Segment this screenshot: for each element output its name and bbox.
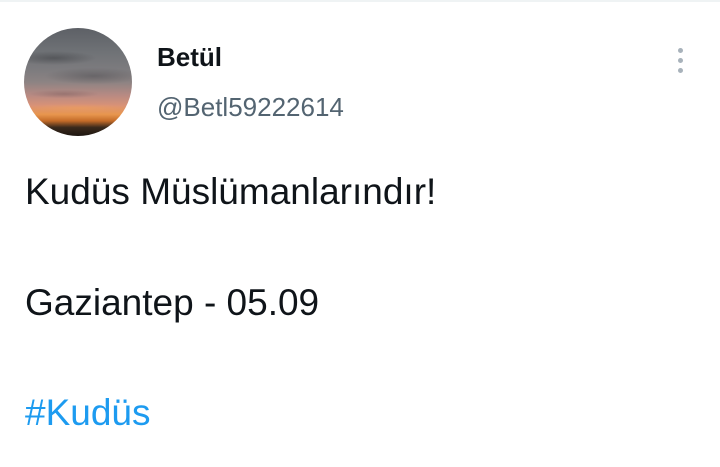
hashtag-link[interactable]: #Kudüs [25,392,151,434]
more-vertical-icon [677,67,683,73]
tweet-text-line: Gaziantep - 05.09 [25,282,320,323]
tweet-card[interactable]: Betül @Betl59222614 Kudüs Müslümanlarınd… [0,0,720,467]
tweet-text-line: Kudüs Müslümanlarındır! [25,171,437,212]
avatar-sunset-image [24,28,132,136]
more-vertical-icon [677,47,683,53]
more-options-button[interactable] [664,42,696,78]
more-vertical-icon [677,57,683,63]
author-handle[interactable]: @Betl59222614 [157,92,344,123]
author-display-name[interactable]: Betül [157,42,222,73]
avatar[interactable] [24,28,132,136]
